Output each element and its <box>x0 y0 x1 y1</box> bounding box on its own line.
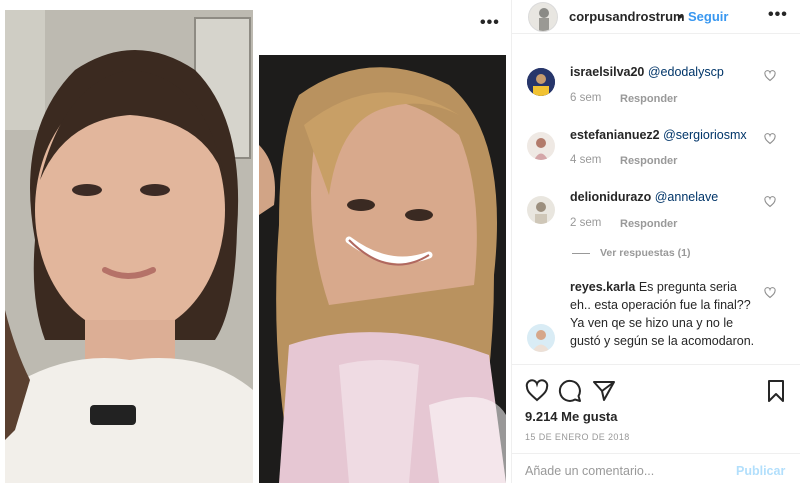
after-photo-illustration <box>259 55 506 483</box>
comment-icon[interactable] <box>558 379 582 403</box>
bookmark-icon[interactable] <box>764 379 788 403</box>
comment-time: 2 sem <box>570 217 602 229</box>
comment-text: estefanianuez2 @sergioriosmx <box>570 126 770 144</box>
comment-reply-button[interactable]: Responder <box>620 93 677 105</box>
comment-username[interactable]: israelsilva20 <box>570 65 644 79</box>
header-more-icon[interactable]: ••• <box>768 6 788 24</box>
author-avatar[interactable] <box>528 2 558 32</box>
comment-mention[interactable]: @edodalyscp <box>648 65 724 79</box>
commenter-avatar-image <box>527 324 555 352</box>
comment-time: 6 sem <box>570 92 602 104</box>
view-replies-line <box>572 252 590 254</box>
commenter-avatar[interactable] <box>527 68 555 96</box>
comment-username[interactable]: estefanianuez2 <box>570 128 660 142</box>
add-comment-bar: Publicar <box>512 453 800 483</box>
comment-like-heart-icon[interactable] <box>764 133 776 145</box>
commenter-avatar-image <box>527 132 555 160</box>
share-icon[interactable] <box>592 379 616 403</box>
comment-username[interactable]: reyes.karla <box>570 280 635 294</box>
post-actions: 9.214 Me gusta 15 DE ENERO DE 2018 Publi… <box>512 364 800 483</box>
comment-mention[interactable]: @annelave <box>655 190 718 204</box>
comment-reply-button[interactable]: Responder <box>620 155 677 167</box>
view-replies-button[interactable]: Ver respuestas (1) <box>572 247 690 259</box>
view-replies-label: Ver respuestas (1) <box>600 247 691 259</box>
comment-like-heart-icon[interactable] <box>764 196 776 208</box>
post-media[interactable]: ••• <box>0 0 512 483</box>
header-separator: • <box>678 9 683 24</box>
likes-count[interactable]: 9.214 Me gusta <box>525 409 618 424</box>
before-photo <box>5 10 253 483</box>
author-avatar-image <box>529 3 557 31</box>
commenter-avatar-image <box>527 68 555 96</box>
comment-text: delionidurazo @annelave <box>570 188 770 206</box>
comment-username[interactable]: delionidurazo <box>570 190 651 204</box>
comment-text: israelsilva20 @edodalyscp <box>570 63 770 81</box>
comment-like-heart-icon[interactable] <box>764 287 776 299</box>
commenter-avatar[interactable] <box>527 324 555 352</box>
comment-mention[interactable]: @sergioriosmx <box>663 128 747 142</box>
media-more-icon[interactable]: ••• <box>480 14 500 32</box>
publish-button[interactable]: Publicar <box>736 464 785 478</box>
comment-input[interactable] <box>525 462 725 480</box>
comment-reply-button[interactable]: Responder <box>620 218 677 230</box>
commenter-avatar-image <box>527 196 555 224</box>
after-photo <box>259 55 506 483</box>
comment-like-heart-icon[interactable] <box>764 70 776 82</box>
commenter-avatar[interactable] <box>527 132 555 160</box>
comment-text: reyes.karla Es pregunta seria eh.. esta … <box>570 278 760 350</box>
follow-button[interactable]: Seguir <box>688 9 728 24</box>
post-header: corpusandrostrum • Seguir ••• <box>512 0 800 34</box>
commenter-avatar[interactable] <box>527 196 555 224</box>
comment-time: 4 sem <box>570 154 602 166</box>
post-date: 15 DE ENERO DE 2018 <box>525 432 630 442</box>
heart-icon[interactable] <box>525 379 549 403</box>
author-username[interactable]: corpusandrostrum <box>569 9 685 24</box>
before-photo-illustration <box>5 10 253 483</box>
instagram-post: ••• corpusandrostrum • Seguir ••• israel… <box>0 0 800 483</box>
post-side-panel: corpusandrostrum • Seguir ••• israelsilv… <box>512 0 800 483</box>
